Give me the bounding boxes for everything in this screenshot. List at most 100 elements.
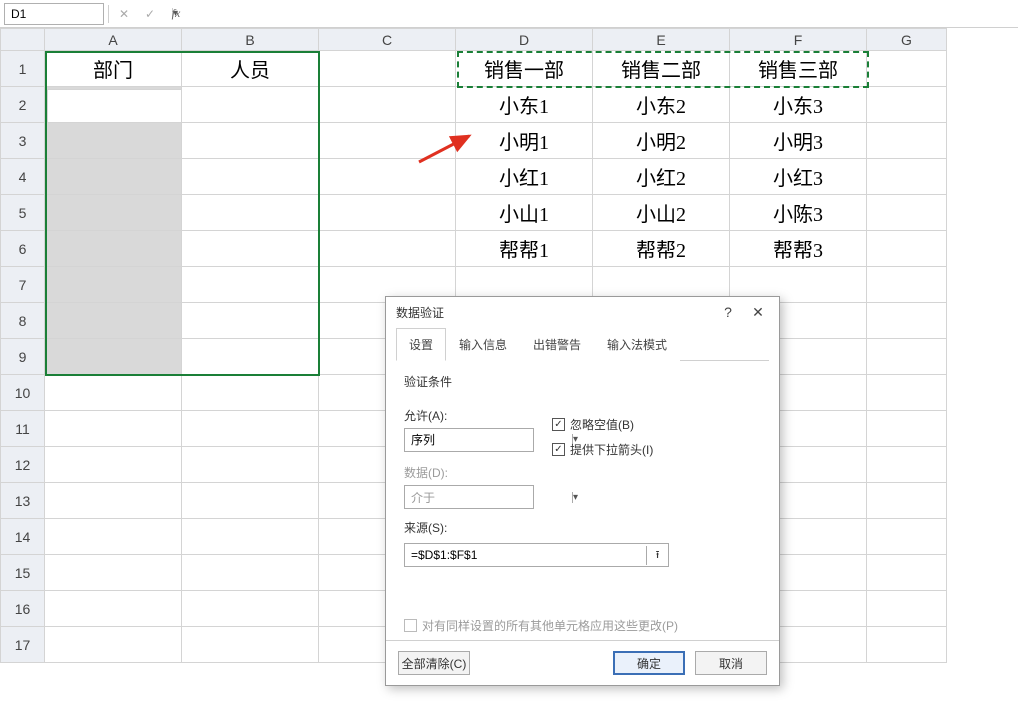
row-header-8[interactable]: 8 xyxy=(1,303,45,339)
source-input[interactable] xyxy=(405,548,646,562)
row-header-13[interactable]: 13 xyxy=(1,483,45,519)
tab-error-alert[interactable]: 出错警告 xyxy=(520,328,594,361)
row-header-10[interactable]: 10 xyxy=(1,375,45,411)
row-header-14[interactable]: 14 xyxy=(1,519,45,555)
cell-D3[interactable]: 小明1 xyxy=(456,123,593,159)
row-header-5[interactable]: 5 xyxy=(1,195,45,231)
cell-F6[interactable]: 帮帮3 xyxy=(730,231,867,267)
col-header-D[interactable]: D xyxy=(456,29,593,51)
cell-C5[interactable] xyxy=(319,195,456,231)
cell-A10[interactable] xyxy=(45,375,182,411)
cell-E6[interactable]: 帮帮2 xyxy=(593,231,730,267)
cell-F4[interactable]: 小红3 xyxy=(730,159,867,195)
cell-A16[interactable] xyxy=(45,591,182,627)
row-header-16[interactable]: 16 xyxy=(1,591,45,627)
tab-input-message[interactable]: 输入信息 xyxy=(446,328,520,361)
cell-F3[interactable]: 小明3 xyxy=(730,123,867,159)
row-header-2[interactable]: 2 xyxy=(1,87,45,123)
cell-B12[interactable] xyxy=(182,447,319,483)
cell-G12[interactable] xyxy=(867,447,947,483)
cell-B6[interactable] xyxy=(182,231,319,267)
cell-A6[interactable] xyxy=(45,231,182,267)
cell-E1[interactable]: 销售二部 xyxy=(593,51,730,87)
row-header-7[interactable]: 7 xyxy=(1,267,45,303)
row-header-17[interactable]: 17 xyxy=(1,627,45,663)
cell-D1[interactable]: 销售一部 xyxy=(456,51,593,87)
in-cell-dropdown-checkbox[interactable]: ✓ 提供下拉箭头(I) xyxy=(552,441,653,458)
dialog-titlebar[interactable]: 数据验证 ? ✕ xyxy=(386,297,779,327)
cell-G2[interactable] xyxy=(867,87,947,123)
cell-D5[interactable]: 小山1 xyxy=(456,195,593,231)
cell-B15[interactable] xyxy=(182,555,319,591)
select-all-corner[interactable] xyxy=(1,29,45,51)
cell-G17[interactable] xyxy=(867,627,947,663)
cell-G1[interactable] xyxy=(867,51,947,87)
cell-B4[interactable] xyxy=(182,159,319,195)
cancel-button[interactable]: 取消 xyxy=(695,651,767,675)
cell-B13[interactable] xyxy=(182,483,319,519)
col-header-F[interactable]: F xyxy=(730,29,867,51)
cell-A17[interactable] xyxy=(45,627,182,663)
cell-A4[interactable] xyxy=(45,159,182,195)
cell-A11[interactable] xyxy=(45,411,182,447)
formula-input[interactable] xyxy=(191,3,1014,25)
ok-button[interactable]: 确定 xyxy=(613,651,685,675)
cell-A15[interactable] xyxy=(45,555,182,591)
fx-icon[interactable]: fx xyxy=(165,3,187,25)
cell-A1[interactable]: 部门 xyxy=(45,51,182,87)
allow-value[interactable] xyxy=(405,433,572,447)
cell-B14[interactable] xyxy=(182,519,319,555)
accept-formula-icon[interactable]: ✓ xyxy=(139,3,161,25)
cell-D2[interactable]: 小东1 xyxy=(456,87,593,123)
cell-G6[interactable] xyxy=(867,231,947,267)
range-picker-icon[interactable]: ⭱ xyxy=(646,546,668,565)
cell-G8[interactable] xyxy=(867,303,947,339)
col-header-E[interactable]: E xyxy=(593,29,730,51)
cell-B11[interactable] xyxy=(182,411,319,447)
row-header-1[interactable]: 1 xyxy=(1,51,45,87)
cell-B10[interactable] xyxy=(182,375,319,411)
cell-A13[interactable] xyxy=(45,483,182,519)
cell-G7[interactable] xyxy=(867,267,947,303)
cell-F2[interactable]: 小东3 xyxy=(730,87,867,123)
cell-G5[interactable] xyxy=(867,195,947,231)
cell-A12[interactable] xyxy=(45,447,182,483)
cell-B9[interactable] xyxy=(182,339,319,375)
cell-A14[interactable] xyxy=(45,519,182,555)
cell-G15[interactable] xyxy=(867,555,947,591)
cell-C4[interactable] xyxy=(319,159,456,195)
cell-G4[interactable] xyxy=(867,159,947,195)
cell-G11[interactable] xyxy=(867,411,947,447)
cell-F5[interactable]: 小陈3 xyxy=(730,195,867,231)
cell-E4[interactable]: 小红2 xyxy=(593,159,730,195)
cell-C3[interactable] xyxy=(319,123,456,159)
cell-B16[interactable] xyxy=(182,591,319,627)
cell-B7[interactable] xyxy=(182,267,319,303)
cell-C6[interactable] xyxy=(319,231,456,267)
source-input-wrap[interactable]: ⭱ xyxy=(404,543,669,567)
row-header-15[interactable]: 15 xyxy=(1,555,45,591)
cell-D6[interactable]: 帮帮1 xyxy=(456,231,593,267)
col-header-B[interactable]: B xyxy=(182,29,319,51)
col-header-C[interactable]: C xyxy=(319,29,456,51)
cell-A2[interactable] xyxy=(45,87,182,123)
cell-C2[interactable] xyxy=(319,87,456,123)
allow-select[interactable]: ▾ xyxy=(404,428,534,452)
cell-E2[interactable]: 小东2 xyxy=(593,87,730,123)
cell-E5[interactable]: 小山2 xyxy=(593,195,730,231)
cell-B17[interactable] xyxy=(182,627,319,663)
tab-settings[interactable]: 设置 xyxy=(396,328,446,361)
cell-A7[interactable] xyxy=(45,267,182,303)
ignore-blank-checkbox[interactable]: ✓ 忽略空值(B) xyxy=(552,416,653,433)
tab-ime-mode[interactable]: 输入法模式 xyxy=(594,328,680,361)
cell-B5[interactable] xyxy=(182,195,319,231)
col-header-A[interactable]: A xyxy=(45,29,182,51)
row-header-4[interactable]: 4 xyxy=(1,159,45,195)
cell-D4[interactable]: 小红1 xyxy=(456,159,593,195)
cell-G10[interactable] xyxy=(867,375,947,411)
cell-G13[interactable] xyxy=(867,483,947,519)
clear-all-button[interactable]: 全部清除(C) xyxy=(398,651,470,675)
cell-E3[interactable]: 小明2 xyxy=(593,123,730,159)
cell-B1[interactable]: 人员 xyxy=(182,51,319,87)
cell-A9[interactable] xyxy=(45,339,182,375)
